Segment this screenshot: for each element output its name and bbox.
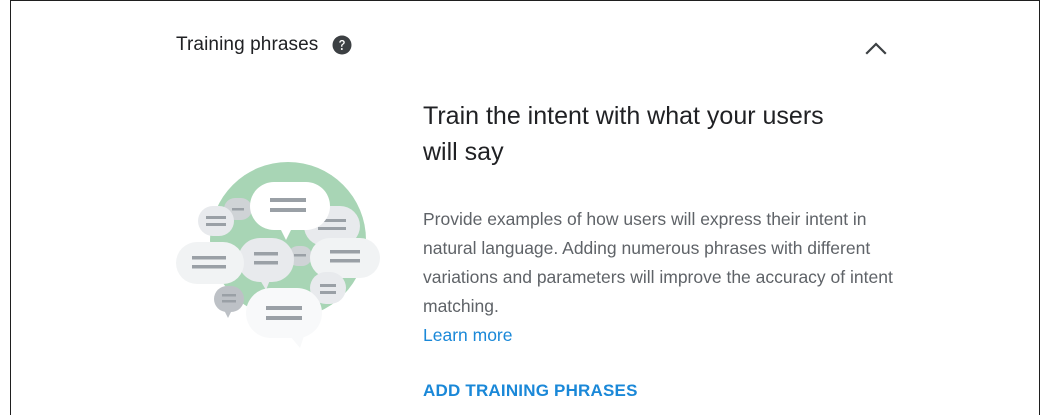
section-title: Training phrases xyxy=(176,34,319,55)
learn-more-link[interactable]: Learn more xyxy=(423,321,903,350)
help-circle-icon[interactable] xyxy=(332,35,352,55)
add-training-phrases-button[interactable]: ADD TRAINING PHRASES xyxy=(423,381,638,401)
chevron-up-icon xyxy=(865,41,887,60)
chat-bubbles-illustration xyxy=(170,160,390,360)
section-header: Training phrases xyxy=(176,34,352,56)
empty-state-headline: Train the intent with what your users wi… xyxy=(423,102,824,166)
description-text: Provide examples of how users will expre… xyxy=(423,209,893,316)
empty-state-description: Provide examples of how users will expre… xyxy=(423,205,903,350)
collapse-button[interactable] xyxy=(860,36,892,64)
